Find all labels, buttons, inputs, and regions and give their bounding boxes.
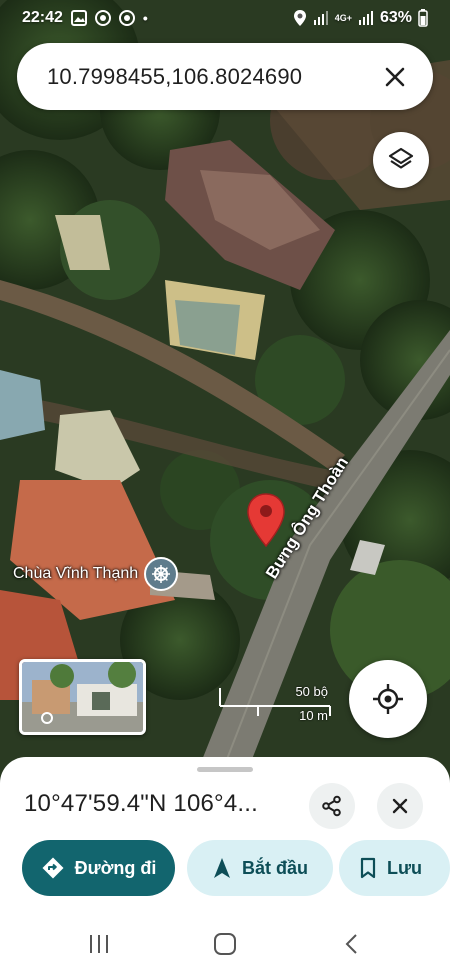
home-icon bbox=[214, 933, 236, 955]
map-pin-icon bbox=[247, 493, 285, 548]
signal-icon bbox=[313, 11, 328, 25]
street-view-image bbox=[22, 662, 143, 732]
my-location-icon bbox=[373, 684, 403, 714]
recents-icon bbox=[90, 935, 108, 953]
chrome-icon-2 bbox=[118, 10, 135, 26]
share-button[interactable] bbox=[309, 783, 355, 829]
layers-icon bbox=[388, 147, 414, 169]
location-icon bbox=[293, 10, 306, 26]
share-icon bbox=[322, 795, 341, 817]
gallery-icon bbox=[70, 10, 87, 26]
street-view-thumbnail[interactable] bbox=[19, 659, 146, 735]
save-label: Lưu bbox=[387, 857, 423, 878]
save-button[interactable]: Lưu bbox=[339, 840, 450, 896]
search-bar[interactable]: 10.7998455,106.8024690 bbox=[17, 43, 433, 110]
status-time: 22:42 bbox=[22, 9, 63, 26]
recents-button[interactable] bbox=[79, 929, 119, 959]
scale-feet: 50 bộ bbox=[295, 684, 328, 699]
home-button[interactable] bbox=[205, 929, 245, 959]
directions-label: Đường đi bbox=[74, 857, 157, 878]
battery-icon bbox=[418, 9, 428, 27]
start-button[interactable]: Bắt đầu bbox=[187, 840, 333, 896]
scale-meters: 10 m bbox=[299, 708, 328, 723]
status-dot: • bbox=[142, 10, 148, 26]
chrome-icon bbox=[94, 10, 111, 26]
back-icon bbox=[345, 934, 357, 954]
place-label[interactable]: Chùa Vĩnh Thạnh bbox=[13, 557, 179, 591]
status-bar: 22:42 • 4G+ 63% bbox=[0, 0, 450, 36]
bookmark-icon bbox=[360, 857, 376, 879]
my-location-button[interactable] bbox=[349, 660, 427, 738]
search-close-button[interactable] bbox=[377, 59, 413, 95]
temple-pin[interactable] bbox=[144, 557, 179, 591]
sheet-drag-handle[interactable] bbox=[197, 767, 253, 772]
close-icon bbox=[392, 798, 408, 814]
temple-icon bbox=[152, 565, 171, 583]
layers-button[interactable] bbox=[373, 132, 429, 188]
coordinates-title: 10°47'59.4"N 106°4... bbox=[24, 790, 258, 817]
directions-button[interactable]: Đường đi bbox=[22, 840, 175, 896]
dropped-pin[interactable] bbox=[246, 492, 286, 553]
signal-icon-2 bbox=[358, 11, 373, 25]
sheet-close-button[interactable] bbox=[377, 783, 423, 829]
close-icon bbox=[385, 67, 405, 87]
start-label: Bắt đầu bbox=[241, 857, 308, 878]
system-nav-bar bbox=[0, 907, 450, 975]
place-bottom-sheet[interactable]: 10°47'59.4"N 106°4... Đường đi Bắt đầu L… bbox=[0, 757, 450, 975]
network-type: 4G+ bbox=[334, 13, 352, 23]
back-button[interactable] bbox=[331, 929, 371, 959]
search-query[interactable]: 10.7998455,106.8024690 bbox=[47, 64, 302, 90]
directions-icon bbox=[42, 857, 64, 879]
battery-level: 63% bbox=[379, 9, 412, 26]
map-scale: 50 bộ 10 m bbox=[218, 684, 334, 724]
navigation-icon bbox=[213, 858, 230, 878]
place-name: Chùa Vĩnh Thạnh bbox=[13, 565, 139, 582]
